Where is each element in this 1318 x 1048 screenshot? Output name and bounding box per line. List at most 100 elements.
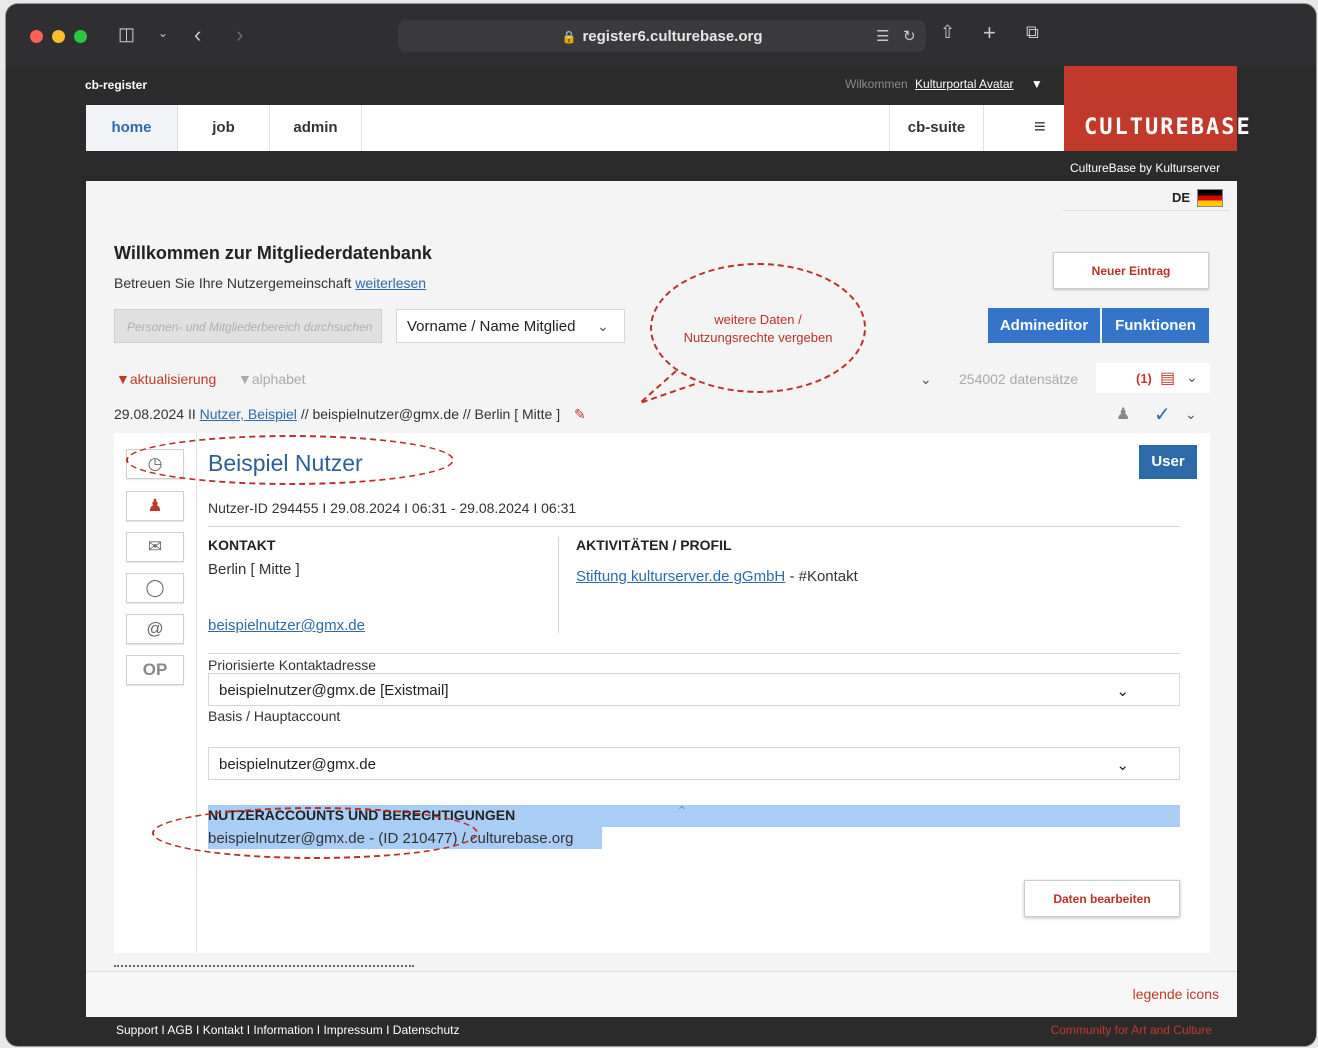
sort-by-alphabet[interactable]: ▼alphabet xyxy=(238,371,306,387)
activity-entry: Stiftung kulturserver.de gGmbH - #Kontak… xyxy=(576,568,858,585)
edit-pen-icon[interactable]: ✎ xyxy=(574,406,586,422)
record-name-link[interactable]: Nutzer, Beispiel xyxy=(200,406,297,422)
chevron-down-icon: ⌄ xyxy=(1116,757,1129,774)
tab-overview-icon[interactable]: ⧉ xyxy=(1026,22,1039,43)
main-navigation: home job admin cb-suite ≡ xyxy=(86,105,1064,151)
edit-data-button[interactable]: Daten bearbeiten xyxy=(1024,880,1180,917)
basis-account-select[interactable]: beispielnutzer@gmx.de ⌄ xyxy=(208,747,1180,780)
activity-link[interactable]: Stiftung kulturserver.de gGmbH xyxy=(576,568,785,585)
language-code: DE xyxy=(1172,190,1191,205)
share-icon[interactable]: ⇧ xyxy=(940,22,955,43)
menu-icon[interactable]: ≡ xyxy=(1034,116,1046,139)
legend-bar: legende icons xyxy=(86,971,1237,1017)
filter-dropdown-chevron-icon[interactable]: ⌄ xyxy=(920,371,932,388)
divider xyxy=(208,526,1180,527)
envelope-icon: ✉ xyxy=(147,537,163,556)
checkmark-icon[interactable]: ✓ xyxy=(1154,402,1171,427)
chevron-down-icon: ⌄ xyxy=(1116,683,1129,700)
app-name: cb-register xyxy=(85,78,148,92)
admineditor-button[interactable]: Admineditor xyxy=(988,308,1100,343)
read-more-link[interactable]: weiterlesen xyxy=(355,275,426,291)
page-title: Willkommen zur Mitgliederdatenbank xyxy=(114,243,432,263)
site-footer: Support I AGB I Kontakt I Information I … xyxy=(6,1017,1316,1046)
back-icon[interactable]: ‹ xyxy=(194,22,201,48)
search-input[interactable]: Personen- und Mitgliederbereich durchsuc… xyxy=(114,309,382,343)
priority-value: beispielnutzer@gmx.de [Existmail] xyxy=(219,682,449,699)
translate-icon[interactable]: ☰ xyxy=(876,27,889,45)
mail-button[interactable]: ✉ xyxy=(126,532,184,562)
annotation-callout-pointer xyxy=(639,370,699,404)
user-menu-link[interactable]: Kulturportal Avatar xyxy=(915,77,1014,91)
record-summary: // beispielnutzer@gmx.de // Berlin [ Mit… xyxy=(300,406,561,422)
user-role-button[interactable]: User xyxy=(1139,445,1197,479)
sidebar-toggle-icon[interactable]: ◫ xyxy=(118,24,135,45)
footer-community: Community for Art and Culture xyxy=(1050,1023,1212,1037)
list-icon: ▤ xyxy=(1160,370,1176,387)
german-flag-icon[interactable] xyxy=(1197,189,1223,207)
contact-email-link[interactable]: beispielnutzer@gmx.de xyxy=(208,617,365,634)
toggle-button[interactable]: ◯ xyxy=(126,573,184,603)
language-switch[interactable]: DE xyxy=(1063,187,1229,211)
reload-icon[interactable]: ↻ xyxy=(903,27,916,45)
priority-label: Priorisierte Kontaktadresse xyxy=(208,657,377,673)
chevron-down-icon[interactable]: ⌄ xyxy=(158,26,168,40)
at-icon: @ xyxy=(146,619,164,638)
nav-tab-job[interactable]: job xyxy=(178,105,270,151)
legend-icons-link[interactable]: legende icons xyxy=(1133,986,1219,1002)
nav-tab-admin[interactable]: admin xyxy=(270,105,362,151)
person-icon: ♟ xyxy=(147,496,163,515)
page-subtitle: Betreuen Sie Ihre Nutzergemeinschaft wei… xyxy=(114,275,426,291)
toggle-icon: ◯ xyxy=(145,578,165,597)
zoom-window-dot[interactable] xyxy=(74,30,87,43)
welcome-label: Wilkommen xyxy=(845,77,908,91)
chevron-down-icon[interactable]: ⌄ xyxy=(1185,406,1197,423)
callout-line-2: Nutzungsrechte vergeben xyxy=(683,330,833,345)
search-field-select[interactable]: Vorname / Name Mitglied ⌄ xyxy=(396,309,625,343)
column-divider xyxy=(558,537,559,633)
sort-by-update[interactable]: ▼aktualisierung xyxy=(116,371,216,387)
chevron-up-icon[interactable]: ⌃ xyxy=(676,803,688,820)
basket-widget[interactable]: (1) ▤ ⌄ xyxy=(1096,363,1210,393)
browser-window: ◫ ⌄ ‹ › 🔒 register6.culturebase.org ☰ ↻ ⇧… xyxy=(6,4,1316,1046)
footer-links[interactable]: Support I AGB I Kontakt I Information I … xyxy=(116,1023,460,1037)
nav-tab-home[interactable]: home xyxy=(86,105,178,151)
forward-icon[interactable]: › xyxy=(236,22,243,48)
person-button[interactable]: ♟ xyxy=(126,491,184,521)
basis-label: Basis / Hauptaccount xyxy=(208,708,341,724)
op-button[interactable]: OP xyxy=(126,655,184,685)
next-record-row[interactable] xyxy=(114,955,1210,971)
priority-contact-select[interactable]: beispielnutzer@gmx.de [Existmail] ⌄ xyxy=(208,673,1180,706)
sidebar-divider xyxy=(196,433,197,953)
new-tab-icon[interactable]: + xyxy=(983,20,996,46)
callout-line-1: weitere Daten / xyxy=(714,312,802,327)
user-menu-caret-icon[interactable]: ▼ xyxy=(1031,77,1043,91)
annotation-oval-account xyxy=(152,807,478,859)
close-window-dot[interactable] xyxy=(30,30,43,43)
activities-title: AKTIVITÄTEN / PROFIL xyxy=(576,537,732,553)
users-icon[interactable]: ♟ xyxy=(1116,404,1130,424)
address-bar[interactable]: 🔒 register6.culturebase.org ☰ ↻ xyxy=(398,20,926,52)
annotation-oval-title xyxy=(126,435,454,485)
sort-update-label: aktualisierung xyxy=(129,371,217,387)
annotation-callout-text: weitere Daten / Nutzungsrechte vergeben xyxy=(660,311,856,347)
record-count: 254002 datensätze xyxy=(959,371,1079,387)
new-entry-button[interactable]: Neuer Eintrag xyxy=(1053,252,1209,289)
browser-titlebar: ◫ ⌄ ‹ › 🔒 register6.culturebase.org ☰ ↻ ⇧… xyxy=(6,4,1316,66)
record-detail-card: ◷ ♟ ✉ ◯ @ OP Beispiel Nutzer User Nutzer… xyxy=(114,433,1210,953)
functions-button[interactable]: Funktionen xyxy=(1102,308,1209,343)
basket-count: (1) xyxy=(1136,371,1152,386)
logo-text: CULTUREBASE xyxy=(1084,115,1252,140)
byline: CultureBase by Kulturserver xyxy=(1070,161,1221,175)
sort-alpha-label: alphabet xyxy=(251,371,306,387)
welcome-area: Wilkommen Kulturportal Avatar ▼ xyxy=(845,77,1043,91)
culturebase-logo[interactable]: CULTUREBASE xyxy=(1064,66,1250,151)
contact-location: Berlin [ Mitte ] xyxy=(208,561,300,578)
nav-cb-suite[interactable]: cb-suite xyxy=(889,105,984,151)
minimize-window-dot[interactable] xyxy=(52,30,65,43)
web-page: cb-register Wilkommen Kulturportal Avata… xyxy=(6,66,1316,1046)
record-date: 29.08.2024 II xyxy=(114,406,196,422)
activity-suffix: - #Kontakt xyxy=(789,568,858,585)
at-button[interactable]: @ xyxy=(126,614,184,644)
divider xyxy=(208,653,1180,654)
site-header: cb-register Wilkommen Kulturportal Avata… xyxy=(6,66,1316,181)
